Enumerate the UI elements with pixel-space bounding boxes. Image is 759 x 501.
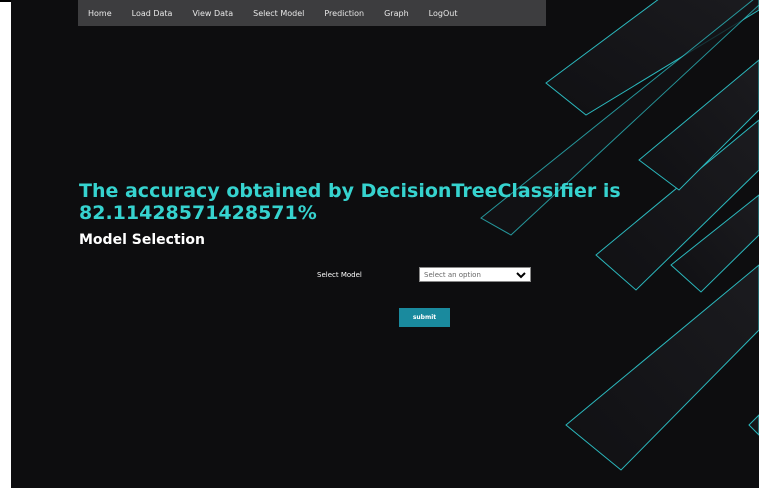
top-border-line: [0, 0, 11, 2]
page-frame: Home Load Data View Data Select Model Pr…: [11, 0, 759, 488]
model-select[interactable]: Select an option: [419, 267, 531, 282]
top-navbar: Home Load Data View Data Select Model Pr…: [78, 0, 546, 26]
model-selection-title: Model Selection: [79, 232, 205, 248]
chevron-down-icon: [516, 271, 526, 278]
nav-view-data[interactable]: View Data: [182, 9, 243, 18]
submit-button[interactable]: submit: [399, 308, 450, 327]
nav-logout[interactable]: LogOut: [419, 9, 468, 18]
nav-prediction[interactable]: Prediction: [314, 9, 374, 18]
nav-select-model[interactable]: Select Model: [243, 9, 314, 18]
select-value: Select an option: [424, 270, 481, 279]
accuracy-result: The accuracy obtained by DecisionTreeCla…: [79, 180, 621, 224]
nav-graph[interactable]: Graph: [374, 9, 419, 18]
nav-load-data[interactable]: Load Data: [122, 9, 183, 18]
nav-home[interactable]: Home: [88, 9, 122, 18]
select-model-label: Select Model: [317, 271, 362, 279]
